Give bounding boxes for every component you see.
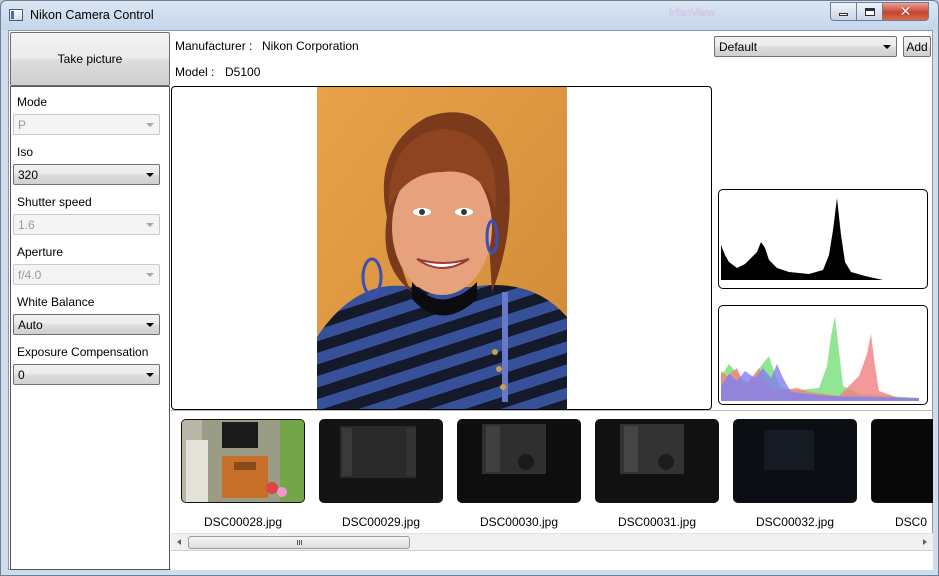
rgb-histogram	[718, 305, 928, 405]
manufacturer-label: Manufacturer :	[175, 39, 253, 53]
luminance-histogram	[718, 189, 928, 289]
exposure-compensation-value: 0	[18, 368, 25, 382]
thumbnail-image[interactable]	[733, 419, 857, 503]
white-balance-label: White Balance	[17, 295, 95, 309]
mode-label: Mode	[17, 95, 48, 109]
thumbnail-name[interactable]: DSC00030.jpg	[457, 515, 581, 529]
background-window-title: IrfanView	[669, 7, 715, 19]
shutter-speed-value: 1.6	[18, 218, 35, 232]
preset-select[interactable]: Default	[714, 36, 897, 57]
maximize-button[interactable]	[857, 2, 883, 21]
shutter-speed-label: Shutter speed	[17, 195, 92, 209]
thumbnail-name[interactable]: DSC0	[871, 515, 933, 529]
scroll-right-icon[interactable]	[923, 539, 927, 545]
manufacturer-value: Nikon Corporation	[262, 39, 359, 53]
thumbnail-image[interactable]	[181, 419, 305, 503]
thumbnail-image[interactable]	[457, 419, 581, 503]
aperture-label: Aperture	[17, 245, 64, 259]
aperture-select[interactable]: f/4.0	[13, 264, 160, 285]
thumbnail-image[interactable]	[319, 419, 443, 503]
preset-value: Default	[719, 40, 758, 54]
shutter-speed-select[interactable]: 1.6	[13, 214, 160, 235]
preview-photo	[317, 87, 567, 409]
mode-value: P	[18, 118, 27, 132]
thumbnail-name[interactable]: DSC00031.jpg	[595, 515, 719, 529]
chevron-down-icon	[146, 373, 154, 377]
main-content: Take picture Mode P Iso 320 Shutter spee…	[8, 30, 933, 570]
minimize-button[interactable]	[830, 2, 857, 21]
take-picture-button[interactable]: Take picture	[10, 32, 170, 86]
iso-label: Iso	[17, 145, 34, 159]
app-window: Nikon Camera Control IrfanView ✕ Take pi…	[0, 0, 939, 576]
window-title: Nikon Camera Control	[30, 8, 154, 22]
white-balance-value: Auto	[18, 318, 43, 332]
exposure-compensation-select[interactable]: 0	[13, 364, 160, 385]
chevron-down-icon	[883, 45, 891, 49]
chevron-down-icon	[146, 223, 154, 227]
horizontal-scrollbar[interactable]	[171, 533, 933, 550]
thumbnail-strip[interactable]: DSC00028.jpg DSC00029.jpg DSC00030.jpg D…	[171, 410, 933, 550]
exposure-compensation-label: Exposure Compensation	[17, 345, 149, 359]
thumbnail-image[interactable]	[595, 419, 719, 503]
iso-select[interactable]: 320	[13, 164, 160, 185]
thumbnail-image[interactable]	[871, 419, 933, 503]
thumbnail-name[interactable]: DSC00032.jpg	[733, 515, 857, 529]
model-label: Model :	[175, 65, 215, 79]
live-preview[interactable]	[171, 86, 712, 410]
thumbnail-name[interactable]: DSC00029.jpg	[319, 515, 443, 529]
chevron-down-icon	[146, 173, 154, 177]
model-value: D5100	[225, 65, 261, 79]
title-bar[interactable]: Nikon Camera Control IrfanView ✕	[1, 1, 938, 30]
aperture-value: f/4.0	[18, 268, 42, 282]
minimize-icon	[839, 12, 848, 16]
chevron-down-icon	[146, 273, 154, 277]
close-icon: ✕	[899, 3, 912, 20]
thumbnail-name[interactable]: DSC00028.jpg	[181, 515, 305, 529]
close-button[interactable]: ✕	[883, 2, 929, 21]
grip-icon	[296, 540, 302, 545]
white-balance-select[interactable]: Auto	[13, 314, 160, 335]
status-area	[171, 550, 933, 570]
scrollbar-thumb[interactable]	[188, 536, 410, 549]
camera-settings-panel: Mode P Iso 320 Shutter speed 1.6 Apertur…	[10, 86, 170, 570]
mode-select[interactable]: P	[13, 114, 160, 135]
add-preset-button[interactable]: Add	[903, 36, 931, 57]
app-icon[interactable]	[9, 9, 23, 21]
iso-value: 320	[18, 168, 39, 182]
chevron-down-icon	[146, 123, 154, 127]
maximize-icon	[864, 7, 875, 16]
chevron-down-icon	[146, 323, 154, 327]
scroll-left-icon[interactable]	[177, 539, 181, 545]
